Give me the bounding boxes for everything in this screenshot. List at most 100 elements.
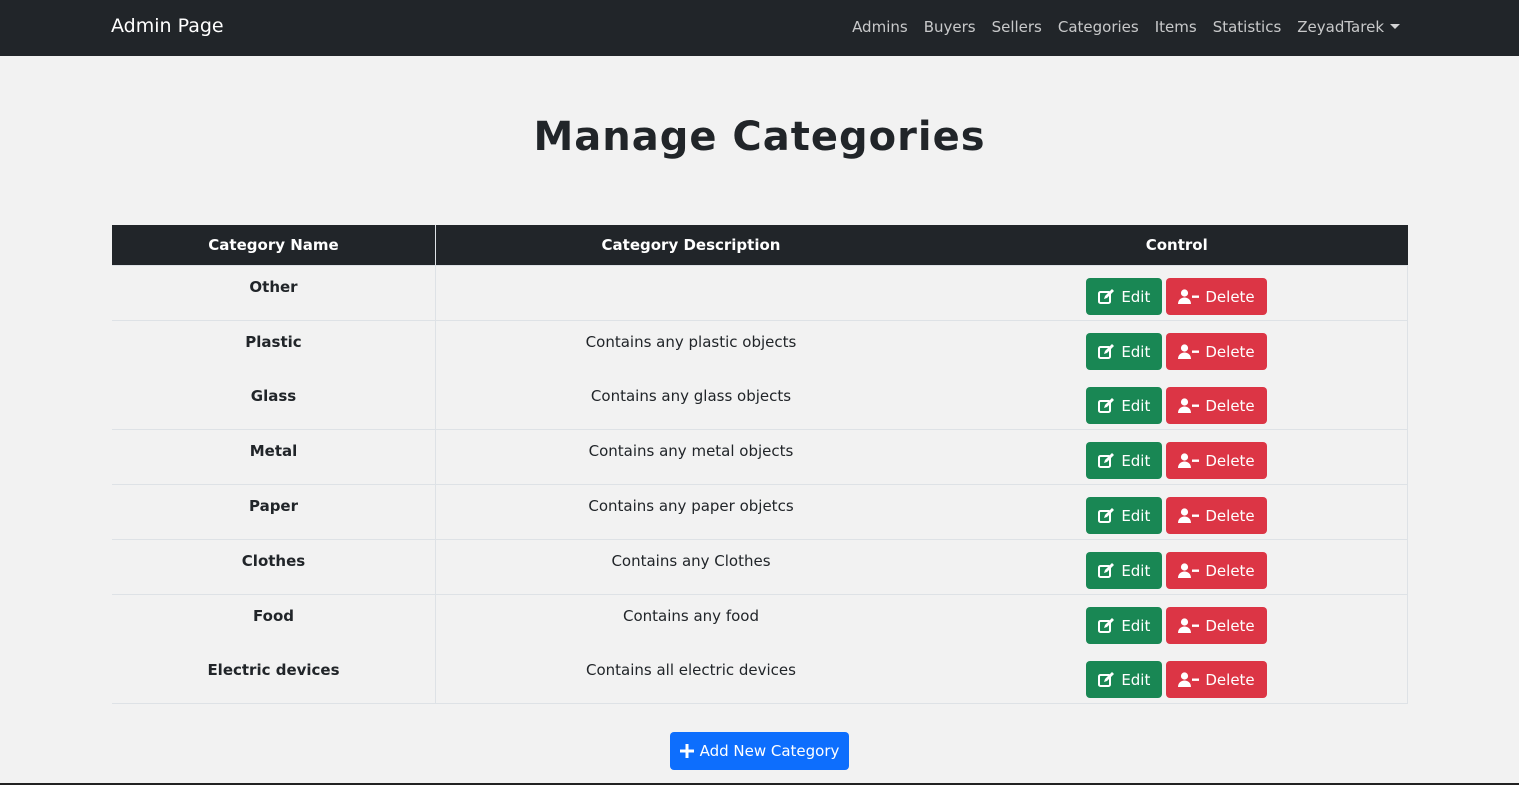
user-minus-icon [1178,398,1200,413]
control-cell: Edit Delete [946,484,1408,540]
nav-link-categories[interactable]: Categories [1058,18,1139,36]
delete-button[interactable]: Delete [1166,333,1267,370]
edit-label: Edit [1121,396,1151,415]
add-new-category-button[interactable]: Add New Category [670,732,849,770]
delete-label: Delete [1205,396,1255,415]
header-control: Control [946,225,1408,266]
navbar: Admin Page Admins Buyers Sellers Categor… [0,0,1519,56]
table-row: Plastic Contains any plastic objects Edit D… [112,320,1408,375]
edit-button[interactable]: Edit [1086,661,1163,698]
category-description-cell: Contains any glass objects [590,387,792,405]
category-name-cell: Metal [112,429,436,485]
delete-button[interactable]: Delete [1166,661,1267,698]
category-description-cell: Contains all electric devices [435,649,946,704]
user-minus-icon [1178,508,1200,523]
plus-icon [679,744,694,758]
table-row: Paper Contains any paper objetcs Edit Delet… [112,484,1408,540]
category-name-cell: Clothes [112,539,436,595]
edit-label: Edit [1121,451,1151,470]
delete-button[interactable]: Delete [1166,278,1267,315]
delete-button[interactable]: Delete [1166,552,1267,589]
header-category-name: Category Name [112,225,436,266]
edit-icon [1098,344,1115,359]
edit-button[interactable]: Edit [1086,607,1163,644]
category-name-cell: Paper [112,484,436,540]
nav-link-statistics[interactable]: Statistics [1213,18,1282,36]
delete-label: Delete [1205,287,1255,306]
edit-label: Edit [1121,342,1151,361]
control-cell: Edit Delete [946,320,1408,375]
table-row: Other Edit Delete [112,265,1408,321]
edit-label: Edit [1121,670,1151,689]
nav-link-items[interactable]: Items [1155,18,1197,36]
category-name-cell: Electric devices [112,649,436,704]
edit-label: Edit [1121,506,1151,525]
category-description-cell: Contains any Clothes [435,539,946,595]
category-name-cell: Other [112,265,436,321]
category-name-cell: Food [112,594,436,649]
category-description-cell: Contains any paper objetcs [435,484,946,540]
edit-label: Edit [1121,287,1151,306]
edit-icon [1098,453,1115,468]
edit-icon [1098,672,1115,687]
edit-button[interactable]: Edit [1086,278,1163,315]
delete-label: Delete [1205,670,1255,689]
edit-button[interactable]: Edit [1086,442,1163,479]
delete-label: Delete [1205,506,1255,525]
category-description-cell: Contains any metal objects [435,429,946,485]
caret-down-icon [1390,24,1400,29]
nav-links: Admins Buyers Sellers Categories Items S… [836,18,1400,36]
delete-label: Delete [1205,616,1255,635]
nav-link-sellers[interactable]: Sellers [992,18,1042,36]
edit-button[interactable]: Edit [1086,497,1163,534]
delete-label: Delete [1205,451,1255,470]
edit-icon [1098,618,1115,633]
nav-link-buyers[interactable]: Buyers [924,18,976,36]
user-minus-icon [1178,344,1200,359]
table-row: Clothes Contains any Clothes Edit Delete [112,539,1408,595]
category-description-cell [435,265,946,321]
user-minus-icon [1178,453,1200,468]
add-new-category-label: Add New Category [699,742,840,760]
control-cell: Edit Delete [946,429,1408,485]
category-name-cell: Plastic [112,320,436,375]
edit-label: Edit [1121,561,1151,580]
edit-icon [1098,289,1115,304]
delete-button[interactable]: Delete [1166,387,1267,424]
delete-label: Delete [1205,342,1255,361]
control-cell: Edit Delete [946,649,1408,704]
edit-button[interactable]: Edit [1086,552,1163,589]
category-name-cell: Glass [112,375,436,430]
header-category-description: Category Description [435,225,946,266]
edit-button[interactable]: Edit [1086,333,1163,370]
table-row: Electric devices Contains all electric de… [112,649,1408,704]
edit-icon [1098,398,1115,413]
categories-table: Category Name Category Description Contr… [112,225,1408,704]
delete-label: Delete [1205,561,1255,580]
user-minus-icon [1178,672,1200,687]
control-cell: Edit Delete [946,375,1408,430]
nav-link-admins[interactable]: Admins [852,18,908,36]
delete-button[interactable]: Delete [1166,442,1267,479]
table-row: Food Contains any food Edit Delete [112,594,1408,649]
page-title: Manage Categories [533,114,986,160]
user-minus-icon [1178,289,1200,304]
control-cell: Edit Delete [946,265,1408,321]
user-dropdown[interactable]: ZeyadTarek [1297,18,1400,36]
category-description-cell: Contains any plastic objects [435,320,946,375]
user-minus-icon [1178,618,1200,633]
table-header-row: Category Name Category Description Contr… [112,225,1408,266]
user-minus-icon [1178,563,1200,578]
user-name: ZeyadTarek [1297,18,1384,36]
edit-icon [1098,563,1115,578]
control-cell: Edit Delete [946,539,1408,595]
edit-button[interactable]: Edit [1086,387,1163,424]
brand-link[interactable]: Admin Page [111,15,224,37]
edit-label: Edit [1121,616,1151,635]
control-cell: Edit Delete [946,594,1408,649]
delete-button[interactable]: Delete [1166,607,1267,644]
category-description-cell: Contains any food [435,594,946,649]
table-row: Metal Contains any metal objects Edit Delet… [112,429,1408,485]
table-row: Glass Contains any glass objects Edit Delet… [112,375,1408,430]
delete-button[interactable]: Delete [1166,497,1267,534]
